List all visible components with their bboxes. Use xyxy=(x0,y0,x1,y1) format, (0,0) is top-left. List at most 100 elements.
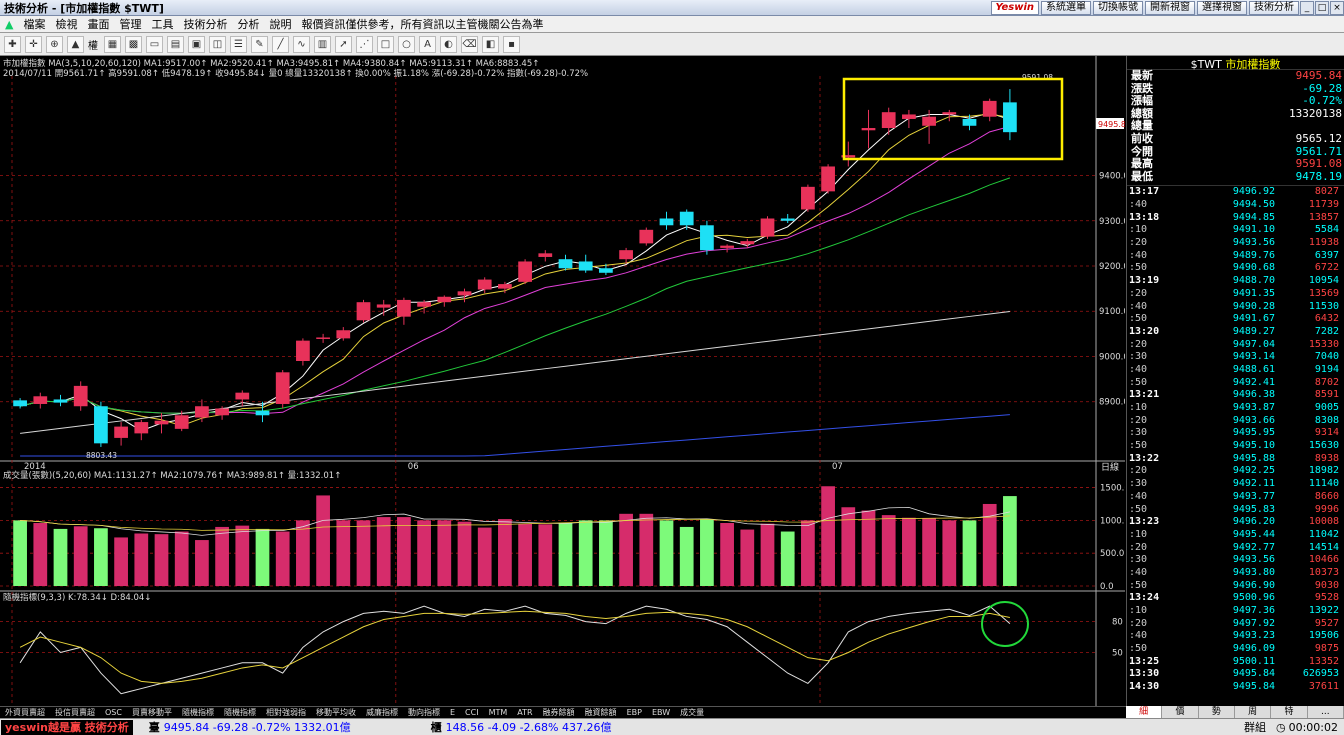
tile-icon[interactable]: ▣ xyxy=(188,35,205,53)
maximize-icon[interactable]: □ xyxy=(1315,0,1329,15)
tick-list[interactable]: 13:17 9496.92 8027:40 9494.50 11739 13:18 9494… xyxy=(1127,185,1344,694)
kd-tick: 80 xyxy=(1112,618,1123,628)
tick-time: :40 xyxy=(1129,490,1148,502)
palette-icon[interactable]: ◧ xyxy=(482,35,499,53)
candle-body xyxy=(599,268,613,273)
pin-icon[interactable]: ✚ xyxy=(4,35,21,53)
close-icon[interactable]: × xyxy=(1330,0,1344,15)
grid-icon[interactable]: ▩ xyxy=(125,35,142,53)
tick-volume: 14514 xyxy=(1308,541,1339,553)
menu-file[interactable]: 檔案 xyxy=(18,16,50,32)
indicator-tab[interactable]: 相對強弱指 xyxy=(261,707,311,718)
minimize-icon[interactable]: _ xyxy=(1300,0,1314,15)
stack-icon[interactable]: ☰ xyxy=(230,35,247,53)
kd-info: 隨機指標(9,3,3) K:78.34↓ D:84.04↓ xyxy=(3,592,151,603)
menu-technical[interactable]: 技術分析 xyxy=(178,16,232,32)
volume-bar xyxy=(457,521,472,586)
tick-row: :30 9492.11 11140 xyxy=(1127,478,1344,491)
tick-tab[interactable]: 價 xyxy=(1162,706,1199,718)
tick-tab[interactable]: 細 xyxy=(1126,706,1163,718)
switch-account-button[interactable]: 切換帳號 xyxy=(1093,0,1143,15)
zoom-icon[interactable]: ⊕ xyxy=(46,35,63,53)
indicator-tab[interactable]: 外資買賣超 xyxy=(0,707,50,718)
line-icon[interactable]: ╱ xyxy=(272,35,289,53)
period-icon[interactable]: ▦ xyxy=(104,35,121,53)
bars-icon[interactable]: ▥ xyxy=(314,35,331,53)
tick-price: 9492.41 xyxy=(1232,376,1275,388)
rectangle-icon[interactable]: □ xyxy=(377,35,394,53)
menu-screen[interactable]: 畫面 xyxy=(82,16,114,32)
tick-tab[interactable]: 勢 xyxy=(1199,706,1235,718)
new-window-button[interactable]: 開新視窗 xyxy=(1145,0,1195,15)
menu-analysis[interactable]: 分析 xyxy=(232,16,264,32)
candle-body xyxy=(942,112,957,115)
candle-body xyxy=(922,116,936,126)
group-label[interactable]: 群組 xyxy=(1244,719,1266,735)
tick-row: :10 9495.44 11042 xyxy=(1127,529,1344,542)
indicator-tab[interactable]: 買賣移動平 xyxy=(127,707,177,718)
select-window-button[interactable]: 選擇視窗 xyxy=(1197,0,1247,15)
save-icon[interactable]: ▪ xyxy=(503,35,520,53)
erase-icon[interactable]: ⌫ xyxy=(461,35,478,53)
menu-help[interactable]: 說明 xyxy=(264,16,296,32)
indicator-tab[interactable]: 動向指標 xyxy=(403,707,445,718)
layout-icon[interactable]: ▤ xyxy=(167,35,184,53)
text-icon[interactable]: A xyxy=(419,35,436,53)
tick-time: 13:21 xyxy=(1129,389,1160,401)
tick-time: :20 xyxy=(1129,414,1148,426)
window-icon[interactable]: ▭ xyxy=(146,35,163,53)
indicator-tab[interactable]: 隨機指標 xyxy=(219,707,261,718)
indicator-tab[interactable]: CCI xyxy=(460,707,484,718)
tick-row: :20 9493.56 11938 xyxy=(1127,237,1344,250)
tick-time: :40 xyxy=(1129,249,1148,261)
arrow-up-icon[interactable]: ▲ xyxy=(67,35,84,53)
indicator-tab[interactable]: ATR xyxy=(512,707,537,718)
indicator-tab[interactable]: 融資餘額 xyxy=(580,707,622,718)
tick-time: :50 xyxy=(1129,643,1148,655)
indicator-tab[interactable]: 融券餘額 xyxy=(538,707,580,718)
indicator-tab[interactable]: E xyxy=(445,707,460,718)
split-icon[interactable]: ◫ xyxy=(209,35,226,53)
volume-bar xyxy=(801,520,815,586)
cursor-icon[interactable]: ➚ xyxy=(335,35,352,53)
tick-volume: 9005 xyxy=(1314,402,1339,414)
tick-tab[interactable]: 特 xyxy=(1271,706,1308,718)
indicator-tab[interactable]: 投信買賣超 xyxy=(50,707,100,718)
indicator-tab[interactable]: 成交量 xyxy=(675,707,709,718)
indicator-tab[interactable]: 移動平均收 xyxy=(311,707,361,718)
ellipse-icon[interactable]: ○ xyxy=(398,35,415,53)
tick-tab[interactable]: 周 xyxy=(1235,706,1272,718)
chart-bg xyxy=(0,56,1125,706)
chart-area[interactable]: 9400.0 9300.0 9200.0 9100.0 9000.0 8900.0 2014… xyxy=(0,56,1125,706)
candle-body xyxy=(275,372,290,404)
volume-bar xyxy=(215,526,229,586)
tick-price: 9493.87 xyxy=(1232,402,1275,414)
tick-row: 13:22 9495.88 8938 xyxy=(1127,453,1344,466)
indicator-tab[interactable]: EBW xyxy=(647,707,675,718)
draw-icon[interactable]: ✎ xyxy=(251,35,268,53)
volume-bar xyxy=(73,526,88,586)
technical-analysis-button[interactable]: 技術分析 xyxy=(1249,0,1299,15)
candle-body xyxy=(558,259,573,269)
tick-tab[interactable]: ... xyxy=(1308,706,1344,718)
menu-tools[interactable]: 工具 xyxy=(146,16,178,32)
candle-body xyxy=(376,304,391,308)
indicator-tab[interactable]: 隨機指標 xyxy=(177,707,219,718)
menu-view[interactable]: 檢視 xyxy=(50,16,82,32)
color-icon[interactable]: ◐ xyxy=(440,35,457,53)
tick-time: :10 xyxy=(1129,224,1148,236)
menu-manage[interactable]: 管理 xyxy=(114,16,146,32)
wave-icon[interactable]: ∿ xyxy=(293,35,310,53)
indicator-tab[interactable]: MTM xyxy=(484,707,513,718)
pattern-icon[interactable]: ⋰ xyxy=(356,35,373,53)
crosshair-icon[interactable]: ✛ xyxy=(25,35,42,53)
indicator-tabs: 外資買賣超 投信買賣超 OSC 買賣移動平 隨機指標 隨機指標 相對強弱指 移動平均收 威廉指標… xyxy=(0,706,1126,718)
indicator-tab[interactable]: OSC xyxy=(100,707,127,718)
volume-bar xyxy=(316,495,330,586)
system-menu-button[interactable]: 系統選單 xyxy=(1041,0,1091,15)
volume-bar xyxy=(679,526,694,586)
rights-dropdown[interactable]: 權 xyxy=(88,37,98,52)
quote-label: 最新 xyxy=(1131,69,1153,82)
indicator-tab[interactable]: 威廉指標 xyxy=(361,707,403,718)
indicator-tab[interactable]: EBP xyxy=(622,707,647,718)
